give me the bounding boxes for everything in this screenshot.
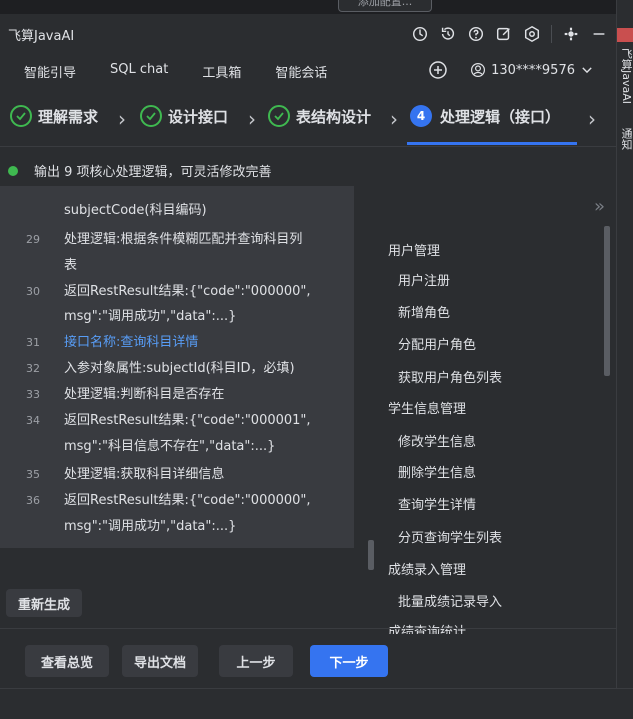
user-menu[interactable]: 130****9576 [470,62,594,78]
tool-window-javaai[interactable]: 飞算JavaAI [617,48,633,104]
step-table-design[interactable]: 表结构设计 [268,105,371,127]
outline-item[interactable]: 查询学生详情 [398,494,476,513]
tab-smart-guide[interactable]: 智能引导 [24,62,76,81]
chevron-right-icon: › [248,107,256,131]
check-icon [140,105,162,127]
code-line: 处理逻辑:获取科目详细信息 [64,467,225,482]
run-config-dropdown[interactable]: 添加配置... [338,0,432,12]
line-number: 30 [26,285,40,298]
regenerate-button[interactable]: 重新生成 [6,589,82,617]
line-number: 29 [26,233,40,246]
history-icon[interactable] [437,23,459,45]
check-icon [10,105,32,127]
code-line: msg":"科目信息不存在","data":...} [64,439,276,454]
next-step-button[interactable]: 下一步 [310,645,388,677]
plugin-titlebar: 飞算JavaAI [0,14,616,52]
code-line: msg":"调用成功","data":...} [64,519,237,534]
step-number: 4 [410,105,432,127]
outline-item[interactable]: 删除学生信息 [398,462,476,481]
code-line: 入参对象属性:subjectId(科目ID，必填) [64,361,295,376]
pin-icon[interactable] [409,23,431,45]
line-number: 31 [26,336,40,349]
step-logic[interactable]: 4 处理逻辑（接口） [410,105,560,127]
divider [0,628,616,629]
logic-code-panel[interactable]: subjectCode(科目编码) 29 处理逻辑:根据条件模糊匹配并查询科目列 … [0,186,354,548]
step-label: 处理逻辑（接口） [440,107,561,126]
status-text: 输出 9 项核心处理逻辑，可灵活修改完善 [34,165,272,180]
chevron-right-icon: › [390,107,398,131]
minimize-icon[interactable] [588,23,610,45]
interface-outline: 用户管理 用户注册 新增角色 分配用户角色 获取用户角色列表 学生信息管理 修改… [388,226,608,634]
line-number: 33 [26,388,40,401]
step-label: 表结构设计 [296,107,372,126]
main-nav: 智能引导 SQL chat 工具箱 智能会话 130****9576 [0,52,616,90]
add-icon[interactable] [428,60,448,80]
success-dot-icon [8,165,18,176]
plugin-logo-icon[interactable] [617,28,633,42]
outline-item[interactable]: 分配用户角色 [398,334,476,353]
code-line: 返回RestResult结果:{"code":"000000", [64,493,311,508]
code-line-highlight: 接口名称:查询科目详情 [64,335,199,350]
tab-sql-chat[interactable]: SQL chat [110,62,168,81]
step-design-api[interactable]: 设计接口 [140,105,228,127]
outline-item[interactable]: 分页查询学生列表 [398,527,502,546]
top-toolbar-strip: 添加配置... [0,0,633,14]
view-overview-button[interactable]: 查看总览 [25,645,109,677]
code-line: 返回RestResult结果:{"code":"000000", [64,284,311,299]
user-icon [471,63,486,77]
edit-icon[interactable] [493,23,515,45]
code-line: msg":"调用成功","data":...} [64,309,237,324]
line-number: 32 [26,362,40,375]
code-line: 表 [64,258,78,273]
panel-scrollbar[interactable] [368,540,374,570]
chevron-right-icon: › [588,107,596,131]
line-number: 36 [26,494,40,507]
status-message: 输出 9 项核心处理逻辑，可灵活修改完善 [8,161,272,180]
outline-group[interactable]: 用户管理 [388,240,440,259]
collapse-chevron-icon[interactable]: » [594,196,605,217]
export-document-button[interactable]: 导出文档 [122,645,198,677]
tab-toolbox[interactable]: 工具箱 [202,62,241,81]
outline-item[interactable]: 获取用户角色列表 [398,367,502,386]
code-line: 返回RestResult结果:{"code":"000001", [64,413,311,428]
tab-smart-chat[interactable]: 智能会话 [275,62,327,81]
right-tool-strip: 飞算JavaAI 通知 [616,0,633,718]
step-label: 理解需求 [38,107,99,126]
code-line: 处理逻辑:判断科目是否存在 [64,387,225,402]
outline-group[interactable]: 成绩录入管理 [388,559,466,578]
app-title: 飞算JavaAI [8,29,75,44]
chevron-down-icon [582,67,592,74]
step-understand[interactable]: 理解需求 [10,105,98,127]
outline-group[interactable]: 学生信息管理 [388,398,466,417]
outline-scrollbar[interactable] [604,226,610,376]
settings-hex-icon[interactable] [521,23,543,45]
gear-icon[interactable] [560,23,582,45]
tool-window-notifications[interactable]: 通知 [617,128,633,150]
user-phone: 130****9576 [491,62,575,78]
status-bar [0,688,633,719]
help-icon[interactable] [465,23,487,45]
step-label: 设计接口 [168,107,229,126]
outline-item[interactable]: 批量成绩记录导入 [398,591,502,610]
previous-step-button[interactable]: 上一步 [219,645,293,677]
progress-steps: 理解需求 › 设计接口 › 表结构设计 › 4 处理逻辑（接口） › [0,90,616,147]
active-step-indicator [407,142,577,145]
line-number: 35 [26,468,40,481]
outline-item[interactable]: 用户注册 [398,270,450,289]
code-line: 处理逻辑:根据条件模糊匹配并查询科目列 [64,232,303,247]
outline-item[interactable]: 新增角色 [398,302,450,321]
check-icon [268,105,290,127]
outline-item[interactable]: 修改学生信息 [398,431,476,450]
chevron-right-icon: › [118,107,126,131]
divider [551,25,552,43]
line-number: 34 [26,414,40,427]
code-line: subjectCode(科目编码) [64,203,207,218]
